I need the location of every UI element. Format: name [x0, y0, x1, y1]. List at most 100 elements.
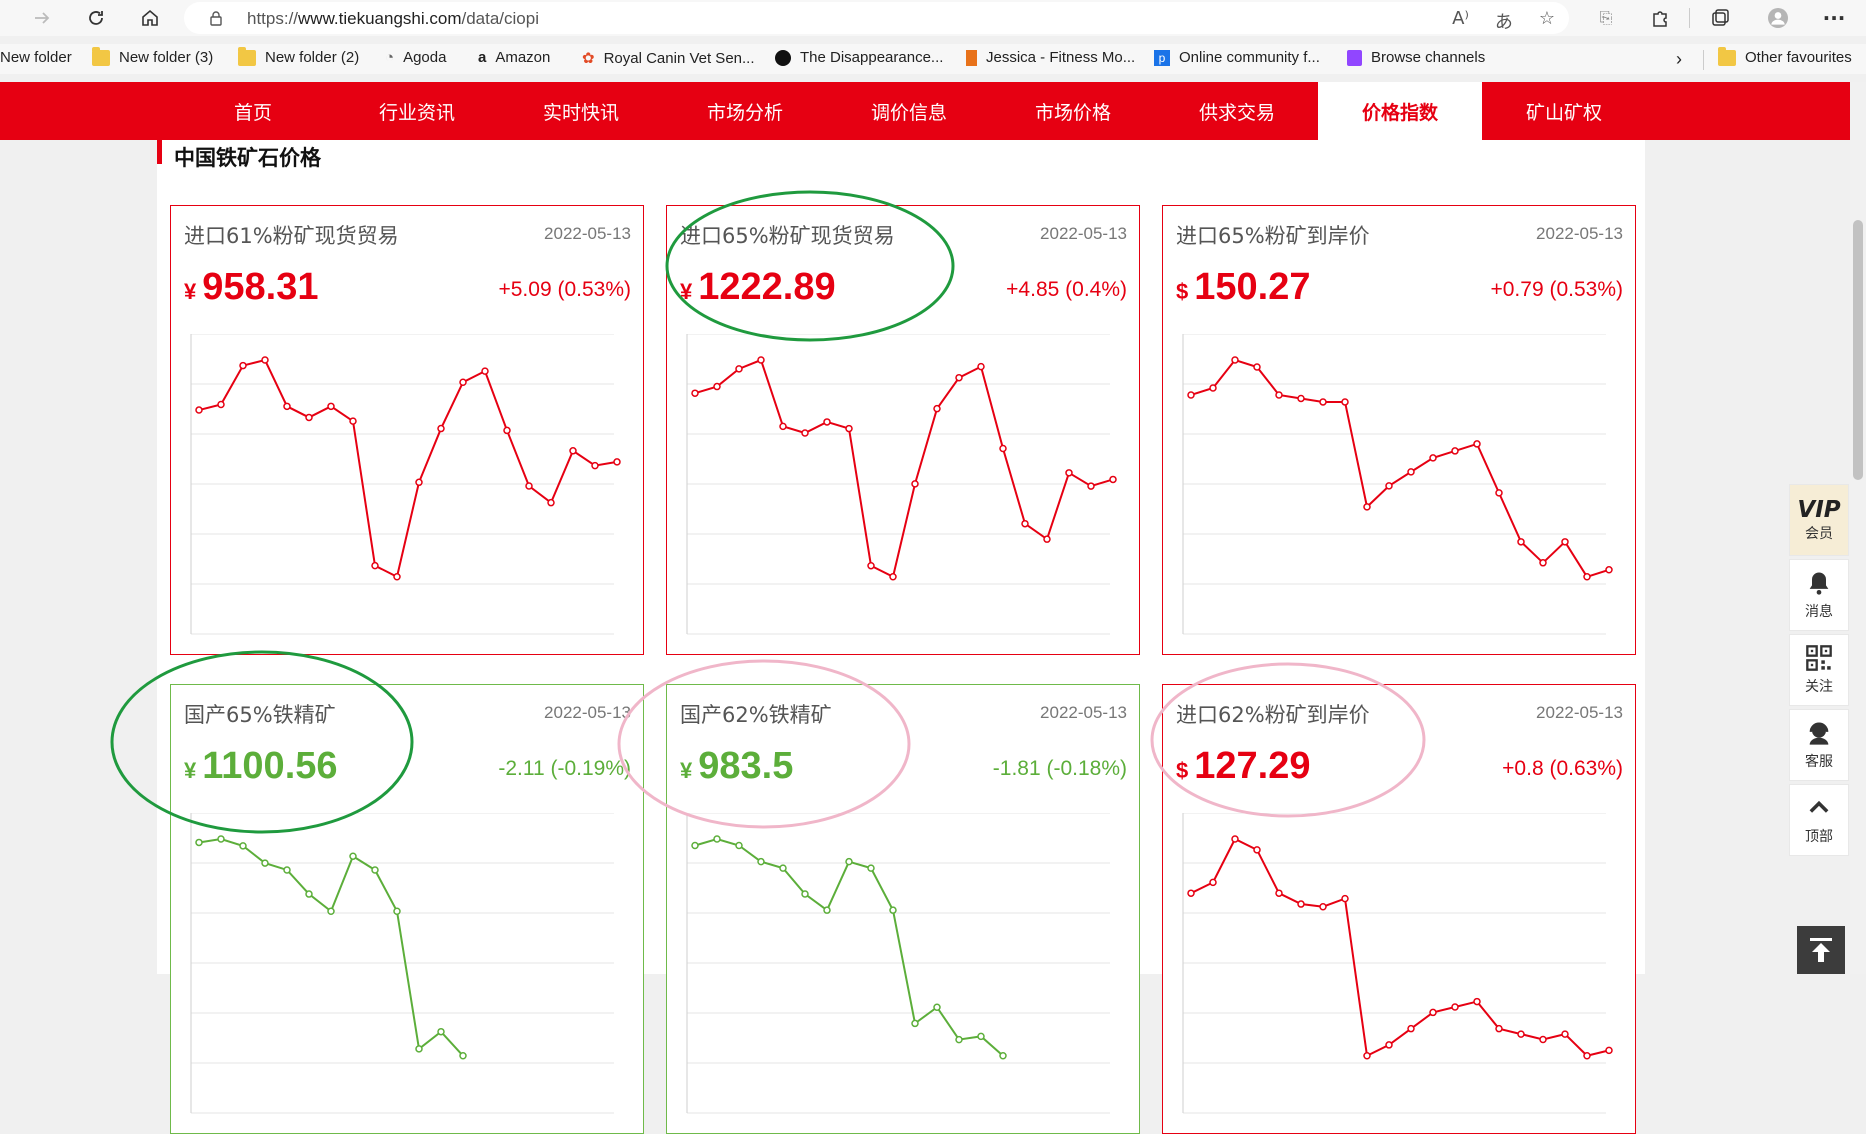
address-bar[interactable]: https://www.tiekuangshi.com/data/ciopi A… — [184, 2, 1569, 34]
series-line — [694, 358, 1114, 579]
data-point — [691, 841, 699, 850]
data-point — [591, 461, 599, 470]
card-date: 2022-05-13 — [1536, 224, 1623, 243]
favorite-add-icon[interactable]: ☆ — [1539, 8, 1555, 34]
url-text: https://www.tiekuangshi.com/data/ciopi — [247, 9, 539, 28]
price-card[interactable]: 国产65%铁精矿 2022-05-13 ¥1100.56 -2.11 (-0.19%) — [170, 684, 644, 1134]
data-point — [1473, 997, 1481, 1006]
bookmark-item[interactable]: New folder (3) — [92, 46, 213, 66]
data-point — [1473, 440, 1481, 448]
data-point — [1451, 447, 1459, 455]
data-point — [911, 480, 919, 488]
data-point — [1539, 1035, 1547, 1044]
bookmark-item[interactable]: a Amazon — [478, 49, 550, 66]
data-point — [239, 842, 247, 850]
other-favourites[interactable]: Other favourites — [1718, 46, 1852, 66]
nav-item-home[interactable]: 首页 — [171, 82, 335, 140]
service-button[interactable]: 客服 — [1789, 709, 1849, 781]
price-value: 983.5 — [698, 745, 794, 787]
extension-icon[interactable]: ⎘ — [1592, 4, 1620, 32]
bookmark-item[interactable]: New folder (2) — [238, 46, 359, 66]
chevron-right-icon[interactable]: › — [1676, 49, 1682, 70]
data-point — [977, 1032, 985, 1041]
data-point — [1561, 538, 1569, 546]
nav-item-flash[interactable]: 实时快讯 — [499, 82, 663, 140]
data-point — [283, 866, 291, 874]
card-date: 2022-05-13 — [1040, 224, 1127, 243]
community-icon: p — [1154, 49, 1170, 66]
data-point — [1209, 384, 1217, 392]
browser-toolbar: https://www.tiekuangshi.com/data/ciopi A… — [0, 0, 1866, 36]
data-point — [283, 402, 291, 411]
data-point — [933, 404, 941, 413]
bookmark-item[interactable]: p Online community f... — [1154, 49, 1320, 66]
bookmark-item[interactable]: ✿ Royal Canin Vet Sen... — [582, 49, 755, 68]
data-point — [547, 498, 555, 507]
data-point — [305, 413, 313, 422]
bookmark-item[interactable]: The Disappearance... — [775, 49, 943, 66]
agoda-icon: ◔ — [385, 49, 395, 66]
profile-avatar-icon[interactable] — [1764, 4, 1792, 32]
translate-icon[interactable]: あ — [1495, 8, 1513, 34]
data-point — [1385, 482, 1393, 490]
data-point — [801, 429, 809, 437]
lock-icon — [210, 11, 222, 26]
home-icon[interactable] — [136, 4, 164, 32]
nav-item-analysis[interactable]: 市场分析 — [663, 82, 827, 140]
price-card[interactable]: 进口61%粉矿现货贸易 2022-05-13 ¥958.31 +5.09 (0.53%… — [170, 205, 644, 655]
more-menu-icon[interactable]: ··· — [1820, 4, 1848, 32]
read-aloud-icon[interactable]: A⁾ — [1452, 8, 1469, 34]
headset-icon — [1809, 722, 1829, 745]
card-title: 国产62%铁精矿 — [680, 703, 832, 727]
twitch-icon — [1347, 49, 1362, 66]
chevron-up-icon — [1809, 800, 1829, 813]
nav-item-news[interactable]: 行业资讯 — [335, 82, 499, 140]
series-line — [694, 837, 1004, 1057]
data-point — [1561, 1030, 1569, 1038]
bookmark-item[interactable]: Browse channels — [1347, 49, 1485, 66]
puzzle-icon[interactable] — [1646, 4, 1674, 32]
trend-chart — [190, 334, 621, 635]
data-point — [845, 857, 853, 866]
nav-item-trade[interactable]: 供求交易 — [1155, 82, 1319, 140]
refresh-icon[interactable] — [82, 4, 110, 32]
data-point — [867, 561, 875, 570]
card-price: ¥983.5 — [680, 745, 793, 788]
nav-item-price-adjust[interactable]: 调价信息 — [827, 82, 991, 140]
price-card[interactable]: 进口65%粉矿现货贸易 2022-05-13 ¥1222.89 +4.85 (0.4%… — [666, 205, 1140, 655]
currency-symbol: ¥ — [680, 758, 693, 783]
bookmarks-bar: New folder New folder (3) New folder (2)… — [0, 44, 1866, 74]
price-card[interactable]: 进口62%粉矿到岸价 2022-05-13 $127.29 +0.8 (0.63%) — [1162, 684, 1636, 1134]
bookmark-item[interactable]: ◔ Agoda — [385, 49, 446, 66]
page-scrollbar[interactable] — [1850, 82, 1866, 974]
data-point — [1363, 1052, 1371, 1060]
data-point — [1319, 398, 1327, 406]
data-point — [569, 447, 577, 455]
price-card[interactable]: 进口65%粉矿到岸价 2022-05-13 $150.27 +0.79 (0.53%) — [1162, 205, 1636, 655]
data-point — [1517, 1030, 1525, 1038]
follow-button[interactable]: 关注 — [1789, 634, 1849, 706]
data-point — [757, 356, 765, 364]
scroll-thumb[interactable] — [1853, 220, 1863, 480]
nav-item-market-price[interactable]: 市场价格 — [991, 82, 1155, 140]
data-point — [867, 864, 875, 872]
bookmark-item[interactable]: New folder — [0, 49, 72, 66]
card-price: $150.27 — [1176, 266, 1310, 309]
scroll-to-top-button[interactable] — [1797, 926, 1845, 974]
price-card[interactable]: 国产62%铁精矿 2022-05-13 ¥983.5 -1.81 (-0.18%) — [666, 684, 1140, 1134]
collections-icon[interactable] — [1706, 4, 1734, 32]
bookmark-item[interactable]: Jessica - Fitness Mo... — [966, 49, 1135, 66]
back-to-top-button[interactable]: 顶部 — [1789, 784, 1849, 856]
data-point — [999, 444, 1007, 453]
message-button[interactable]: 消息 — [1789, 559, 1849, 631]
nav-item-mines[interactable]: 矿山矿权 — [1482, 82, 1646, 140]
data-point — [1253, 846, 1261, 854]
data-point — [1605, 1046, 1613, 1055]
vip-button[interactable]: VIP 会员 — [1789, 484, 1849, 556]
data-point — [1429, 1008, 1437, 1017]
price-change: +0.8 (0.63%) — [1502, 757, 1623, 780]
nav-item-price-index[interactable]: 价格指数 — [1318, 82, 1482, 140]
data-point — [911, 1019, 919, 1028]
forward-icon[interactable] — [28, 4, 56, 32]
data-point — [1517, 538, 1525, 546]
